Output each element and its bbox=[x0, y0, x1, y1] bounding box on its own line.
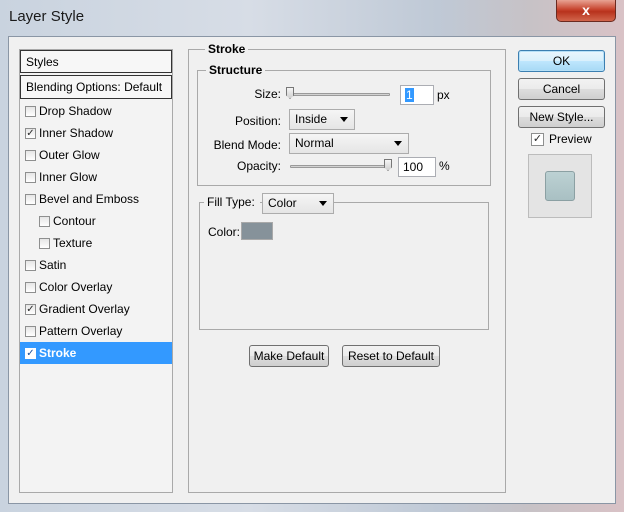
style-item-gradient-overlay[interactable]: ✓ Gradient Overlay bbox=[20, 298, 172, 320]
style-checkbox[interactable] bbox=[25, 260, 36, 271]
style-checkbox[interactable]: ✓ bbox=[25, 348, 36, 359]
style-item-label: Pattern Overlay bbox=[39, 324, 123, 338]
chevron-down-icon bbox=[340, 117, 348, 122]
chevron-down-icon bbox=[394, 141, 402, 146]
blend-mode-value: Normal bbox=[295, 136, 334, 150]
style-item-bevel-and-emboss[interactable]: Bevel and Emboss bbox=[20, 188, 172, 210]
fill-type-label: Fill Type: bbox=[204, 195, 260, 209]
style-checkbox[interactable] bbox=[39, 238, 50, 249]
style-item-label: Contour bbox=[53, 214, 96, 228]
size-input[interactable]: 1 bbox=[400, 85, 434, 105]
style-item-color-overlay[interactable]: Color Overlay bbox=[20, 276, 172, 298]
preview-checkbox[interactable]: ✓ bbox=[531, 133, 544, 146]
opacity-unit: % bbox=[439, 159, 450, 173]
size-slider-thumb[interactable] bbox=[286, 87, 294, 99]
style-checkbox[interactable] bbox=[25, 106, 36, 117]
style-item-label: Outer Glow bbox=[39, 148, 100, 162]
title-bar[interactable]: Layer Style x bbox=[0, 0, 624, 36]
opacity-slider-thumb[interactable] bbox=[384, 159, 392, 171]
cancel-button[interactable]: Cancel bbox=[518, 78, 605, 100]
preview-box bbox=[528, 154, 592, 218]
fill-type-value: Color bbox=[268, 196, 297, 210]
style-checkbox[interactable] bbox=[39, 216, 50, 227]
styles-list: Styles Blending Options: Default Drop Sh… bbox=[19, 49, 173, 493]
style-item-label: Drop Shadow bbox=[39, 104, 112, 118]
structure-title: Structure bbox=[206, 63, 266, 77]
close-button[interactable]: x bbox=[556, 0, 616, 22]
style-item-inner-shadow[interactable]: ✓ Inner Shadow bbox=[20, 122, 172, 144]
style-item-pattern-overlay[interactable]: Pattern Overlay bbox=[20, 320, 172, 342]
opacity-input[interactable]: 100 bbox=[398, 157, 436, 177]
style-item-stroke[interactable]: ✓ Stroke bbox=[20, 342, 172, 364]
color-label: Color: bbox=[208, 225, 241, 239]
stroke-title: Stroke bbox=[205, 42, 249, 56]
style-item-label: Color Overlay bbox=[39, 280, 113, 294]
style-item-inner-glow[interactable]: Inner Glow bbox=[20, 166, 172, 188]
position-dropdown[interactable]: Inside bbox=[289, 109, 355, 130]
styles-header[interactable]: Styles bbox=[20, 50, 172, 73]
blending-options-item[interactable]: Blending Options: Default bbox=[20, 75, 172, 99]
style-item-label: Bevel and Emboss bbox=[39, 192, 140, 206]
style-item-outer-glow[interactable]: Outer Glow bbox=[20, 144, 172, 166]
style-item-contour[interactable]: Contour bbox=[20, 210, 172, 232]
make-default-button[interactable]: Make Default bbox=[249, 345, 329, 367]
style-checkbox[interactable]: ✓ bbox=[25, 128, 36, 139]
style-checkbox[interactable]: ✓ bbox=[25, 304, 36, 315]
window-frame: Layer Style x Styles Blending Options: D… bbox=[0, 0, 624, 512]
structure-group: Structure Size: 1 px Position: Inside Bl… bbox=[197, 63, 491, 186]
size-value: 1 bbox=[405, 88, 414, 102]
style-checkbox[interactable] bbox=[25, 194, 36, 205]
style-item-label: Texture bbox=[53, 236, 93, 250]
fill-type-dropdown[interactable]: Color bbox=[262, 193, 334, 214]
position-value: Inside bbox=[295, 112, 328, 126]
style-checkbox[interactable] bbox=[25, 172, 36, 183]
check-icon: ✓ bbox=[532, 133, 543, 145]
style-item-label: Stroke bbox=[39, 346, 77, 360]
position-label: Position: bbox=[234, 114, 281, 128]
dialog-client: Styles Blending Options: Default Drop Sh… bbox=[8, 36, 616, 504]
color-swatch[interactable] bbox=[241, 222, 273, 240]
style-checkbox[interactable] bbox=[25, 150, 36, 161]
ok-button[interactable]: OK bbox=[518, 50, 605, 72]
size-slider[interactable] bbox=[290, 93, 390, 96]
size-unit: px bbox=[437, 88, 450, 102]
style-item-satin[interactable]: Satin bbox=[20, 254, 172, 276]
preview-label: Preview bbox=[549, 132, 592, 146]
reset-to-default-button[interactable]: Reset to Default bbox=[342, 345, 440, 367]
stroke-panel: Stroke Structure Size: 1 px Position: In… bbox=[188, 42, 506, 493]
style-item-label: Satin bbox=[39, 258, 67, 272]
fill-group: Fill Type: Color Color: bbox=[199, 193, 489, 330]
style-item-label: Gradient Overlay bbox=[39, 302, 130, 316]
preview-swatch bbox=[545, 171, 575, 201]
chevron-down-icon bbox=[319, 201, 327, 206]
opacity-slider[interactable] bbox=[290, 165, 390, 168]
style-item-drop-shadow[interactable]: Drop Shadow bbox=[20, 100, 172, 122]
close-icon: x bbox=[582, 2, 590, 18]
style-checkbox[interactable] bbox=[25, 326, 36, 337]
style-checkbox[interactable] bbox=[25, 282, 36, 293]
blend-mode-dropdown[interactable]: Normal bbox=[289, 133, 409, 154]
new-style-button[interactable]: New Style... bbox=[518, 106, 605, 128]
style-item-texture[interactable]: Texture bbox=[20, 232, 172, 254]
opacity-label: Opacity: bbox=[236, 159, 281, 173]
window-title: Layer Style bbox=[9, 8, 85, 25]
blend-mode-label: Blend Mode: bbox=[213, 138, 281, 152]
size-label: Size: bbox=[254, 87, 281, 101]
style-item-label: Inner Shadow bbox=[39, 126, 114, 140]
style-item-label: Inner Glow bbox=[39, 170, 98, 184]
